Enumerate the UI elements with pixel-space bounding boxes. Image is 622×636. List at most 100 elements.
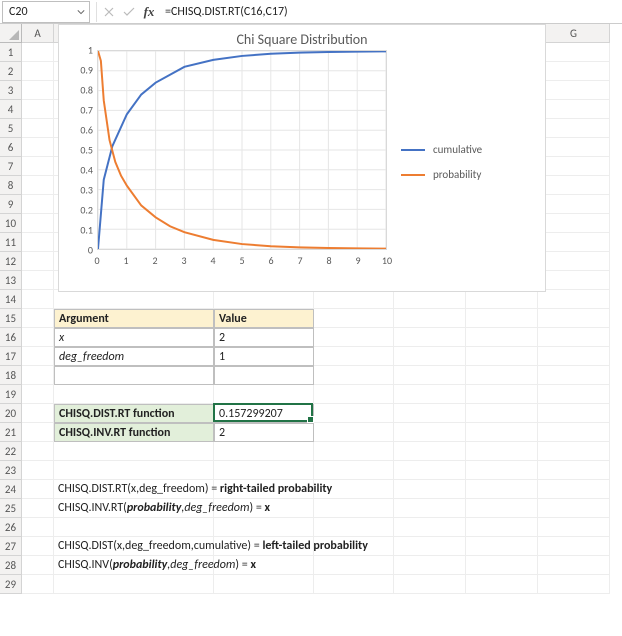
cell-E21[interactable] [394,423,466,442]
cell-F17[interactable] [466,347,538,366]
row-header-29[interactable]: 29 [0,575,22,594]
cell-G29[interactable] [538,575,610,594]
cell-E19[interactable] [394,385,466,404]
cell-E27[interactable] [394,537,466,556]
cell-B29[interactable] [54,575,214,594]
cell-C21[interactable]: 2 [214,423,314,442]
cell-D15[interactable] [314,309,394,328]
row-header-6[interactable]: 6 [0,138,22,157]
cell-F16[interactable] [466,328,538,347]
cell-E16[interactable] [394,328,466,347]
cell-G21[interactable] [538,423,610,442]
cell-B19[interactable] [54,385,214,404]
cell-A23[interactable] [22,461,54,480]
cell-B17[interactable]: deg_freedom [54,347,214,366]
cell-C29[interactable] [214,575,314,594]
cell-A13[interactable] [22,271,54,290]
cell-A1[interactable] [22,43,54,62]
cell-A11[interactable] [22,233,54,252]
select-all-corner[interactable] [0,24,22,43]
cell-D19[interactable] [314,385,394,404]
cell-F26[interactable] [466,518,538,537]
cell-F20[interactable] [466,404,538,423]
cell-A21[interactable] [22,423,54,442]
cell-G26[interactable] [538,518,610,537]
cell-A17[interactable] [22,347,54,366]
cancel-button[interactable] [99,2,119,22]
cell-A15[interactable] [22,309,54,328]
cell-C22[interactable] [214,442,314,461]
cell-A2[interactable] [22,62,54,81]
cell-A16[interactable] [22,328,54,347]
row-header-22[interactable]: 22 [0,442,22,461]
enter-button[interactable] [119,2,139,22]
cell-D28[interactable] [314,556,394,575]
row-header-9[interactable]: 9 [0,195,22,214]
cell-A22[interactable] [22,442,54,461]
cell-B25[interactable]: CHISQ.INV.RT(probability,deg_freedom) = … [54,499,214,518]
cell-G16[interactable] [538,328,610,347]
cell-A29[interactable] [22,575,54,594]
cell-G24[interactable] [538,480,610,499]
cell-C23[interactable] [214,461,314,480]
row-header-21[interactable]: 21 [0,423,22,442]
row-header-14[interactable]: 14 [0,290,22,309]
row-header-8[interactable]: 8 [0,176,22,195]
cell-B14[interactable] [54,290,214,309]
cell-A27[interactable] [22,537,54,556]
cell-E29[interactable] [394,575,466,594]
cell-E28[interactable] [394,556,466,575]
cell-D14[interactable] [314,290,394,309]
cell-B16[interactable]: x [54,328,214,347]
cell-B28[interactable]: CHISQ.INV(probability,deg_freedom) = x [54,556,214,575]
cell-E20[interactable] [394,404,466,423]
row-header-4[interactable]: 4 [0,100,22,119]
cell-G22[interactable] [538,442,610,461]
cell-G15[interactable] [538,309,610,328]
cell-C16[interactable]: 2 [214,328,314,347]
cell-D17[interactable] [314,347,394,366]
cell-E22[interactable] [394,442,466,461]
cell-A25[interactable] [22,499,54,518]
cell-F29[interactable] [466,575,538,594]
cell-G20[interactable] [538,404,610,423]
cell-C20[interactable]: 0.157299207 [214,404,314,423]
cell-G5[interactable] [538,119,610,138]
cell-G14[interactable] [538,290,610,309]
cell-A8[interactable] [22,176,54,195]
cell-C26[interactable] [214,518,314,537]
cell-G12[interactable] [538,252,610,271]
cell-F14[interactable] [466,290,538,309]
cell-B27[interactable]: CHISQ.DIST(x,deg_freedom,cumulative) = l… [54,537,214,556]
formula-input[interactable]: =CHISQ.DIST.RT(C16,C17) [159,1,622,23]
cell-G8[interactable] [538,176,610,195]
cell-D26[interactable] [314,518,394,537]
cell-B22[interactable] [54,442,214,461]
cell-A14[interactable] [22,290,54,309]
cell-F23[interactable] [466,461,538,480]
cell-F21[interactable] [466,423,538,442]
cell-D21[interactable] [314,423,394,442]
cell-G9[interactable] [538,195,610,214]
cell-C19[interactable] [214,385,314,404]
cell-D16[interactable] [314,328,394,347]
cell-B20[interactable]: CHISQ.DIST.RT function [54,404,214,423]
cell-E18[interactable] [394,366,466,385]
cell-E14[interactable] [394,290,466,309]
cell-B21[interactable]: CHISQ.INV.RT function [54,423,214,442]
cell-G19[interactable] [538,385,610,404]
name-box[interactable]: C20 [2,1,90,23]
cell-A5[interactable] [22,119,54,138]
cell-B26[interactable] [54,518,214,537]
row-header-10[interactable]: 10 [0,214,22,233]
cell-B18[interactable] [54,366,214,385]
cell-G17[interactable] [538,347,610,366]
cell-G2[interactable] [538,62,610,81]
row-header-15[interactable]: 15 [0,309,22,328]
row-header-7[interactable]: 7 [0,157,22,176]
cell-F18[interactable] [466,366,538,385]
cell-E24[interactable] [394,480,466,499]
cell-G28[interactable] [538,556,610,575]
cell-F22[interactable] [466,442,538,461]
row-header-1[interactable]: 1 [0,43,22,62]
